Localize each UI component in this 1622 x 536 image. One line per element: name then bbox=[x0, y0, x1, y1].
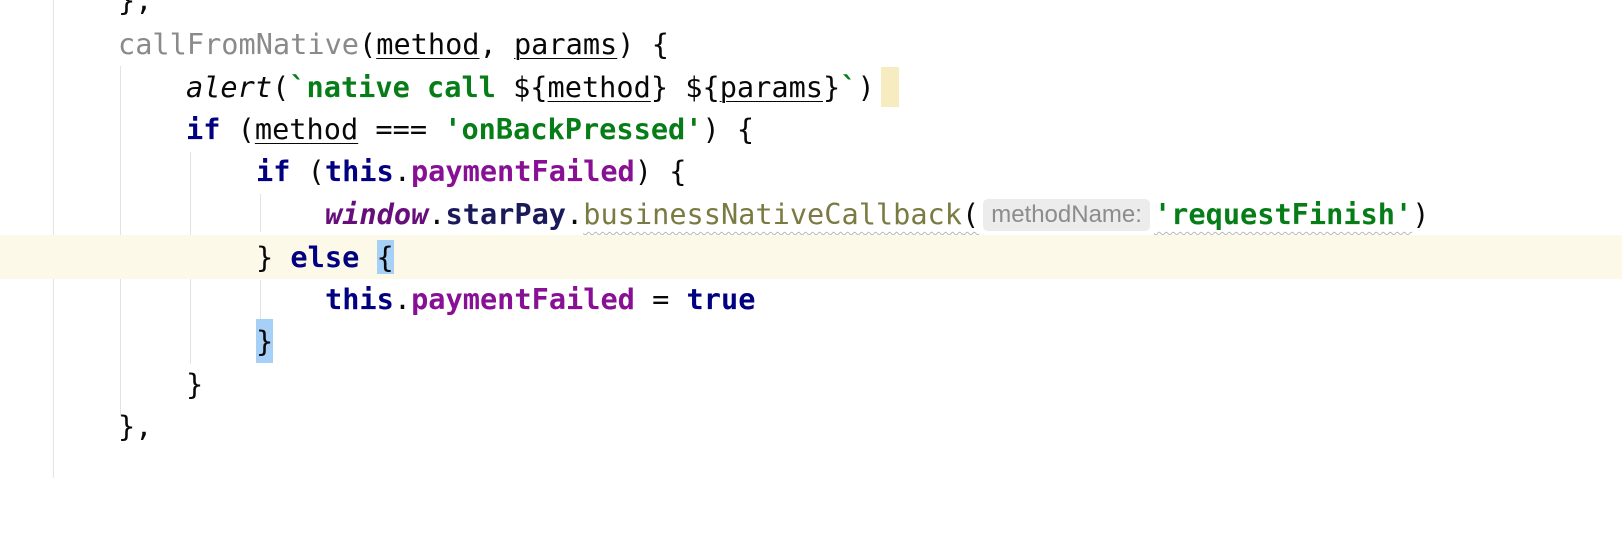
code-text: } else { bbox=[256, 240, 394, 274]
window-global: window bbox=[325, 197, 429, 231]
alert-call: alert bbox=[186, 70, 273, 104]
function-call: businessNativeCallback bbox=[583, 197, 962, 231]
line-end-marker bbox=[881, 67, 899, 107]
if-keyword: if bbox=[186, 112, 221, 146]
code-text: if (this.paymentFailed) { bbox=[256, 154, 687, 188]
param-method: method bbox=[376, 27, 480, 61]
param-params: params bbox=[513, 27, 618, 61]
this-keyword: this bbox=[324, 154, 394, 188]
this-keyword: this bbox=[325, 282, 394, 316]
property-paymentFailed: paymentFailed bbox=[410, 154, 635, 188]
closing-brace: }, bbox=[118, 0, 153, 17]
true-literal: true bbox=[686, 282, 756, 316]
code-line[interactable]: this.paymentFailed = true bbox=[0, 277, 1622, 321]
code-line[interactable]: if (method === 'onBackPressed') { bbox=[0, 107, 1622, 151]
if-keyword: if bbox=[256, 154, 291, 188]
closing-brace: } bbox=[186, 367, 204, 401]
matched-brace: { bbox=[376, 240, 394, 274]
code-line[interactable]: }, bbox=[0, 0, 1622, 22]
closing-brace: }, bbox=[118, 409, 153, 443]
else-keyword: else bbox=[273, 240, 377, 274]
code-text: callFromNative(method, params) { bbox=[118, 27, 669, 61]
code-line[interactable]: } bbox=[0, 319, 1622, 363]
code-line[interactable]: alert(`native call ${method} ${params}`) bbox=[0, 65, 1622, 109]
code-line[interactable]: } bbox=[0, 362, 1622, 406]
current-code-line[interactable]: } else { bbox=[0, 235, 1622, 279]
method-name: callFromNative bbox=[118, 27, 360, 61]
code-editor[interactable]: }, callFromNative(method, params) { aler… bbox=[0, 0, 1622, 478]
code-line[interactable]: callFromNative(method, params) { bbox=[0, 22, 1622, 66]
code-line[interactable]: }, bbox=[0, 404, 1622, 448]
parameter-hint: methodName: bbox=[983, 199, 1150, 231]
code-text: this.paymentFailed = true bbox=[325, 282, 756, 316]
code-text: if (method === 'onBackPressed') { bbox=[186, 112, 755, 146]
code-line[interactable]: window.starPay.businessNativeCallback(me… bbox=[0, 192, 1622, 236]
code-text: window.starPay.businessNativeCallback(me… bbox=[325, 197, 1430, 231]
property-paymentFailed: paymentFailed bbox=[411, 282, 635, 316]
matched-brace: } bbox=[256, 319, 274, 363]
code-line[interactable]: if (this.paymentFailed) { bbox=[0, 149, 1622, 193]
code-text: alert(`native call ${method} ${params}`) bbox=[186, 70, 875, 104]
